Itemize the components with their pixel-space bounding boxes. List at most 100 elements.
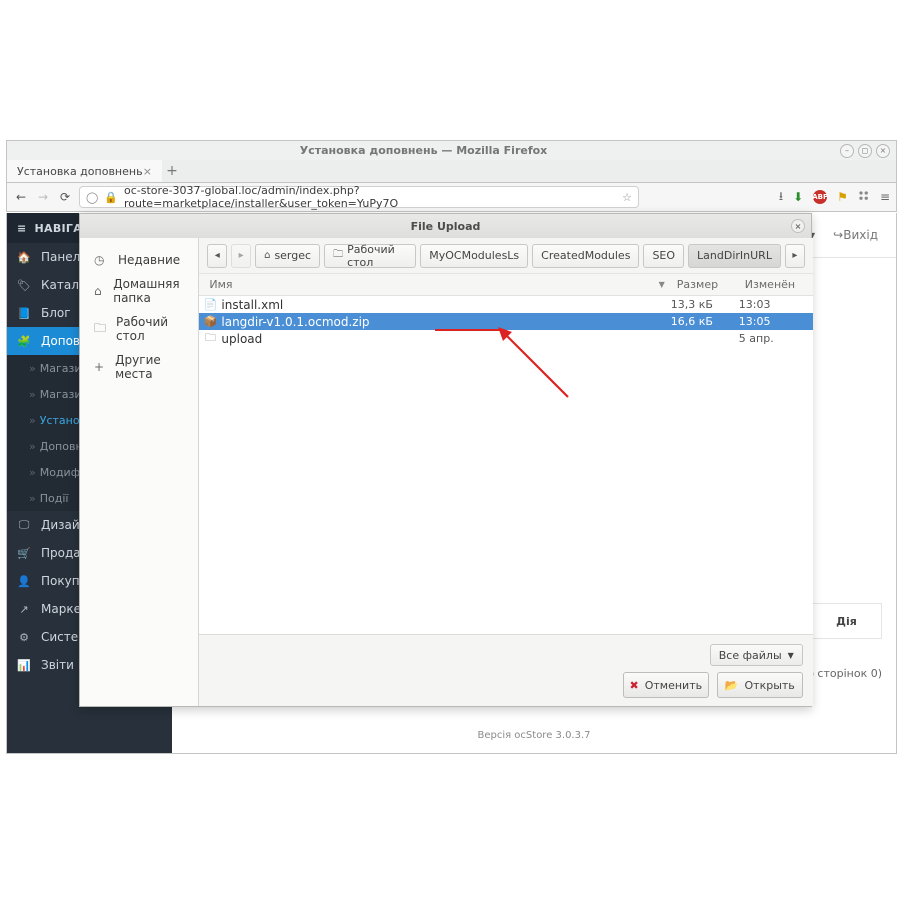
file-modified: 13:03 bbox=[739, 298, 813, 311]
dialog-title: File Upload bbox=[411, 220, 481, 233]
nav-icon: ⚙ bbox=[17, 631, 31, 644]
breadcrumb-0[interactable]: ⌂sergec bbox=[255, 244, 320, 268]
nav-icon: 🏠 bbox=[17, 251, 31, 264]
chevron-right-icon: ▸ bbox=[792, 250, 797, 261]
shield-icon: ◯ bbox=[86, 191, 98, 204]
dialog-footer: Все файлы ▼ ✖Отменить 📂Открыть bbox=[199, 634, 812, 706]
tab-title: Установка доповнень bbox=[17, 165, 143, 178]
tab-close-icon[interactable]: × bbox=[143, 165, 152, 178]
browser-tab[interactable]: Установка доповнень × bbox=[7, 160, 162, 182]
file-list[interactable]: 📄install.xml13,3 кБ13:03📦langdir-v1.0.1.… bbox=[199, 296, 812, 634]
save-page-icon[interactable]: ⬇ bbox=[793, 190, 803, 204]
nav-icon: 📘 bbox=[17, 307, 31, 320]
file-row[interactable]: 📄install.xml13,3 кБ13:03 bbox=[199, 296, 812, 313]
places-item-0[interactable]: ◷Недавние bbox=[80, 248, 198, 272]
place-icon: ◷ bbox=[94, 253, 108, 267]
toolbar-right: ⭳ ⬇ ABP ⚑ ≡ bbox=[779, 187, 890, 208]
folder-open-icon: 📂 bbox=[725, 679, 739, 692]
nav-icon: 📊 bbox=[17, 659, 31, 672]
home-icon: ⌂ bbox=[264, 250, 270, 261]
dialog-close-button[interactable]: × bbox=[791, 219, 805, 233]
logout-link[interactable]: Вихід bbox=[833, 228, 878, 242]
breadcrumb-3[interactable]: CreatedModules bbox=[532, 244, 639, 268]
toolbar: ← → ⟳ ◯ 🔒 oc-store-3037-global.loc/admin… bbox=[6, 182, 897, 212]
places-item-3[interactable]: +Другие места bbox=[80, 348, 198, 386]
file-name: langdir-v1.0.1.ocmod.zip bbox=[221, 315, 670, 329]
minimize-button[interactable]: – bbox=[840, 144, 854, 158]
place-icon: ⌂ bbox=[94, 284, 103, 298]
open-button[interactable]: 📂Открыть bbox=[717, 672, 803, 698]
file-size: 13,3 кБ bbox=[671, 298, 739, 311]
places-item-2[interactable]: 🗀Рабочий стол bbox=[80, 310, 198, 348]
menu-icon: ≡ bbox=[17, 222, 27, 235]
col-name[interactable]: Имя▼ bbox=[199, 278, 670, 291]
nav-label: Звіти bbox=[41, 658, 74, 672]
file-modified: 5 апр. bbox=[739, 332, 813, 345]
breadcrumb-4[interactable]: SEO bbox=[643, 244, 684, 268]
breadcrumb-forward[interactable]: ▸ bbox=[231, 244, 251, 268]
close-button[interactable]: × bbox=[876, 144, 890, 158]
breadcrumb-1[interactable]: 🗀Рабочий стол bbox=[324, 244, 416, 268]
maximize-button[interactable]: ◻ bbox=[858, 144, 872, 158]
file-upload-dialog: File Upload × ◷Недавние⌂Домашняя папка🗀Р… bbox=[79, 213, 812, 707]
tab-strip: Установка доповнень × + bbox=[6, 160, 897, 182]
bookmark-star-icon[interactable]: ☆ bbox=[622, 191, 632, 204]
breadcrumb-5[interactable]: LandDirInURL bbox=[688, 244, 781, 268]
breadcrumb-back[interactable]: ◂ bbox=[207, 244, 227, 268]
extensions-icon[interactable] bbox=[858, 190, 870, 205]
cancel-icon: ✖ bbox=[630, 679, 639, 692]
dialog-titlebar: File Upload × bbox=[80, 214, 811, 238]
file-name: install.xml bbox=[221, 298, 670, 312]
folder-icon: 🗀 bbox=[333, 247, 343, 264]
abp-icon[interactable]: ABP bbox=[813, 190, 827, 204]
nav-icon: 🧩 bbox=[17, 335, 31, 348]
column-headers: Имя▼ Размер Изменён bbox=[199, 274, 812, 296]
file-icon: 📦 bbox=[199, 315, 221, 328]
file-name: upload bbox=[221, 332, 670, 346]
col-modified[interactable]: Изменён bbox=[739, 278, 813, 291]
nav-label: Блог bbox=[41, 306, 71, 320]
firefox-titlebar: Установка доповнень — Mozilla Firefox – … bbox=[6, 140, 897, 160]
forward-button[interactable]: → bbox=[35, 190, 51, 204]
new-tab-button[interactable]: + bbox=[162, 163, 182, 179]
breadcrumb-2[interactable]: MyOCModulesLs bbox=[420, 244, 528, 268]
dialog-sidebar: ◷Недавние⌂Домашняя папка🗀Рабочий стол+Др… bbox=[80, 238, 199, 706]
window-controls: – ◻ × bbox=[840, 144, 896, 158]
file-filter-dropdown[interactable]: Все файлы ▼ bbox=[710, 644, 803, 666]
window-title: Установка доповнень — Mozilla Firefox bbox=[7, 144, 840, 157]
annotation-underline bbox=[435, 329, 500, 331]
breadcrumb-bar: ◂ ▸ ⌂sergec🗀Рабочий столMyOCModulesLsCre… bbox=[199, 238, 812, 274]
file-row[interactable]: 🗀upload 5 апр. bbox=[199, 330, 812, 347]
flag-icon[interactable]: ⚑ bbox=[837, 190, 848, 204]
nav-icon: ↗ bbox=[17, 603, 31, 616]
chevron-right-icon: ▸ bbox=[239, 250, 244, 261]
place-icon: 🗀 bbox=[94, 319, 106, 340]
address-bar[interactable]: ◯ 🔒 oc-store-3037-global.loc/admin/index… bbox=[79, 186, 639, 208]
dialog-main: ◂ ▸ ⌂sergec🗀Рабочий столMyOCModulesLsCre… bbox=[199, 238, 812, 706]
breadcrumb-more[interactable]: ▸ bbox=[785, 244, 805, 268]
table-action-header: Дія bbox=[811, 603, 882, 639]
place-icon: + bbox=[94, 360, 105, 374]
url-text: oc-store-3037-global.loc/admin/index.php… bbox=[124, 184, 616, 210]
nav-icon: 👤 bbox=[17, 575, 31, 588]
file-icon: 📄 bbox=[199, 298, 221, 311]
nav-icon: 🏷 bbox=[17, 279, 31, 292]
version-footer: Версія ocStore 3.0.3.7 bbox=[477, 730, 590, 741]
back-button[interactable]: ← bbox=[13, 190, 29, 204]
cancel-button[interactable]: ✖Отменить bbox=[623, 672, 709, 698]
file-modified: 13:05 bbox=[739, 315, 813, 328]
places-item-1[interactable]: ⌂Домашняя папка bbox=[80, 272, 198, 310]
chevron-down-icon: ▼ bbox=[788, 651, 794, 660]
file-size: 16,6 кБ bbox=[671, 315, 739, 328]
chevron-left-icon: ◂ bbox=[215, 250, 220, 261]
reload-button[interactable]: ⟳ bbox=[57, 190, 73, 204]
nav-icon: 🛒 bbox=[17, 547, 31, 560]
file-icon: 🗀 bbox=[199, 329, 221, 348]
lock-icon: 🔒 bbox=[104, 191, 118, 204]
sort-desc-icon: ▼ bbox=[659, 280, 665, 289]
file-row[interactable]: 📦langdir-v1.0.1.ocmod.zip16,6 кБ13:05 bbox=[199, 313, 812, 330]
download-icon[interactable]: ⭳ bbox=[779, 187, 783, 208]
nav-icon: 🖵 bbox=[17, 518, 31, 532]
col-size[interactable]: Размер bbox=[671, 278, 739, 291]
menu-icon[interactable]: ≡ bbox=[880, 190, 890, 204]
